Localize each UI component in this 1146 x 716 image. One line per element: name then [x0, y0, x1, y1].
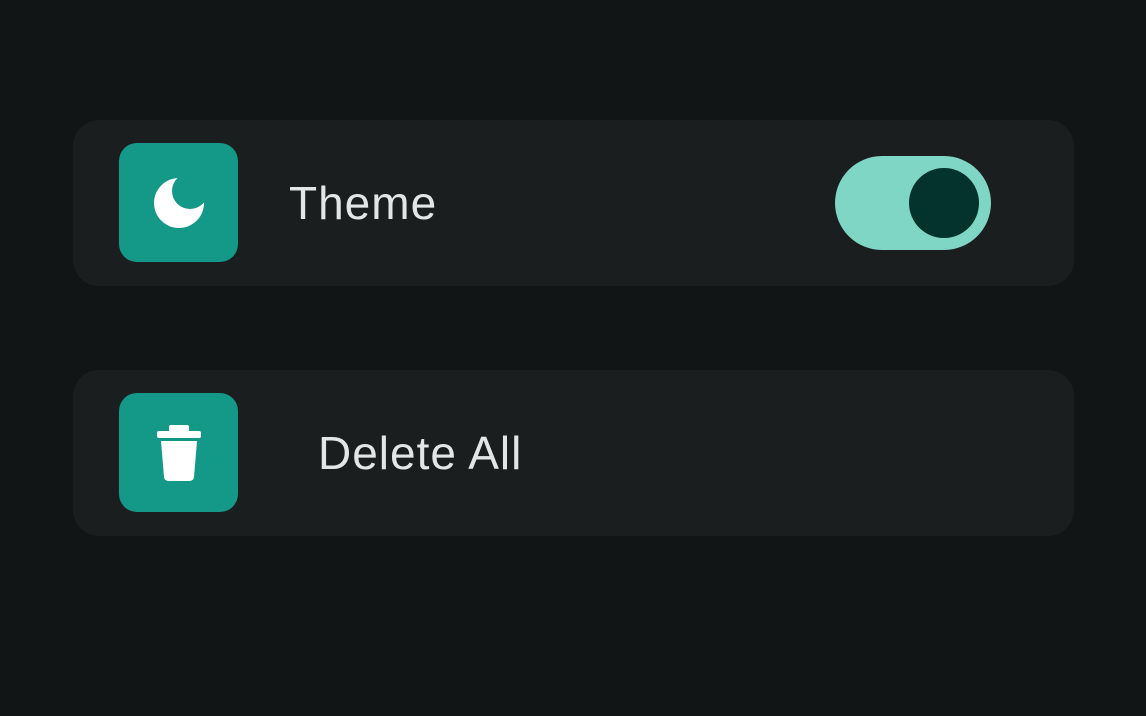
theme-icon-tile — [119, 143, 238, 262]
theme-toggle-switch[interactable] — [835, 156, 991, 250]
settings-screen: Theme Delete All — [0, 0, 1146, 716]
delete-all-label: Delete All — [318, 427, 523, 479]
theme-label: Theme — [289, 177, 438, 229]
moon-icon — [150, 174, 208, 232]
delete-icon-tile — [119, 393, 238, 512]
theme-toggle-thumb — [909, 168, 979, 238]
trash-icon — [154, 424, 204, 481]
theme-setting-card: Theme — [73, 120, 1074, 286]
delete-all-button[interactable]: Delete All — [73, 370, 1074, 536]
